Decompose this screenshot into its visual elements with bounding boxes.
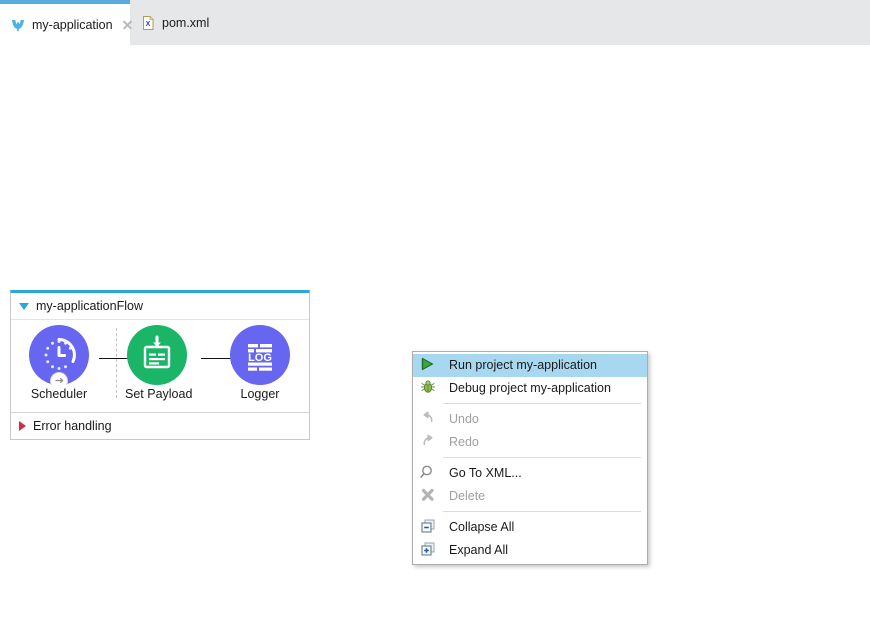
chevron-right-icon[interactable] [19, 421, 26, 431]
menu-item-label: Debug project my-application [449, 380, 611, 395]
mule-logo-icon [10, 17, 26, 33]
menu-item-undo[interactable]: Undo [413, 408, 647, 431]
chevron-down-icon[interactable] [19, 302, 29, 310]
tab-my-application[interactable]: my-application [0, 0, 130, 45]
menu-item-label: Redo [449, 434, 479, 449]
tab-label: pom.xml [162, 15, 210, 30]
menu-separator [443, 457, 641, 458]
context-menu[interactable]: Run project my-application Debug project… [412, 351, 648, 565]
editor-tab-bar: my-application X pom.xml [0, 0, 870, 45]
flow-header[interactable]: my-applicationFlow [11, 293, 309, 319]
undo-arrow-icon [419, 410, 439, 428]
menu-item-delete[interactable]: Delete [413, 485, 647, 508]
node-label: Scheduler [30, 387, 88, 401]
error-handling-label: Error handling [33, 419, 112, 433]
flow-node-set-payload[interactable]: Set Payload [125, 325, 193, 401]
flow-name: my-applicationFlow [36, 299, 143, 313]
xml-file-icon: X [140, 15, 156, 31]
menu-item-label: Run project my-application [449, 358, 597, 373]
flow-node-scheduler[interactable]: Scheduler [27, 325, 91, 401]
logger-log-icon: LOG [230, 325, 290, 385]
tab-label: my-application [32, 17, 113, 32]
debug-bug-icon [419, 379, 439, 397]
collapse-all-icon [419, 518, 439, 536]
menu-item-run-project[interactable]: Run project my-application [413, 354, 647, 377]
expand-all-icon [419, 541, 439, 559]
menu-item-collapse-all[interactable]: Collapse All [413, 516, 647, 539]
flow-canvas[interactable]: my-applicationFlow Scheduler Set Payload… [0, 45, 870, 623]
menu-separator [443, 511, 641, 512]
menu-item-debug-project[interactable]: Debug project my-application [413, 377, 647, 400]
magnifier-icon [419, 464, 439, 482]
menu-item-label: Go To XML... [449, 466, 522, 481]
run-play-icon [419, 356, 439, 374]
svg-text:LOG: LOG [248, 352, 272, 364]
svg-text:X: X [146, 21, 151, 28]
redo-arrow-icon [419, 433, 439, 451]
set-payload-inbox-icon [127, 325, 187, 385]
menu-separator [443, 403, 641, 404]
menu-item-go-to-xml[interactable]: Go To XML... [413, 462, 647, 485]
menu-item-redo[interactable]: Redo [413, 431, 647, 454]
delete-x-icon [419, 487, 439, 505]
tab-pom-xml[interactable]: X pom.xml [130, 0, 235, 45]
flow-container[interactable]: my-applicationFlow Scheduler Set Payload… [10, 290, 310, 440]
menu-item-label: Delete [449, 488, 486, 503]
flow-node-logger[interactable]: LOG Logger [228, 325, 292, 401]
menu-item-label: Collapse All [449, 520, 515, 535]
flow-body: Scheduler Set Payload LOG Logger [11, 319, 309, 413]
menu-item-expand-all[interactable]: Expand All [413, 539, 647, 562]
node-label: Logger [240, 387, 280, 401]
scheduler-clock-icon [29, 325, 89, 385]
menu-item-label: Expand All [449, 542, 509, 557]
menu-item-label: Undo [449, 412, 479, 427]
node-label: Set Payload [125, 387, 193, 401]
error-handling-section[interactable]: Error handling [11, 413, 309, 439]
